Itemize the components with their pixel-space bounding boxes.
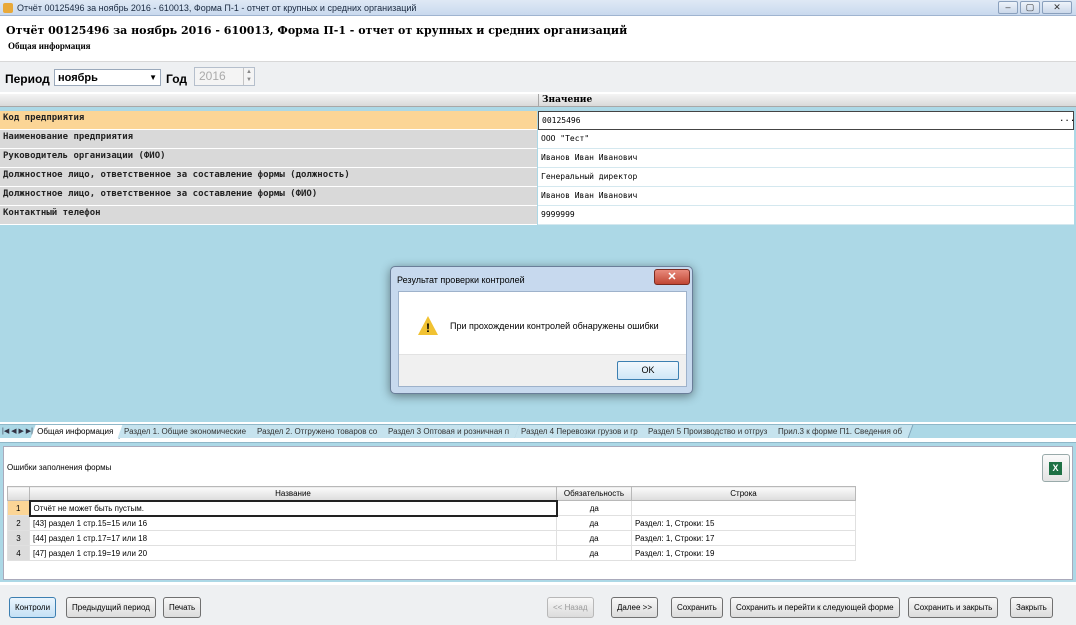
period-select-value: ноябрь [58,72,98,84]
back-button[interactable]: << Назад [547,597,594,618]
error-name[interactable]: [47] раздел 1 стр.19=19 или 20 [29,545,557,561]
errors-panel: Ошибки заполнения формы X Название Обяза… [0,442,1076,582]
spinner-arrows-icon[interactable]: ▲ ▼ [243,68,254,85]
tab-section-4[interactable]: Раздел 4 Перевозки грузов и гр [514,425,649,438]
grid-row[interactable]: Должностное лицо, ответственное за соста… [0,168,1076,187]
table-row[interactable]: 2 [43] раздел 1 стр.15=15 или 16 да Разд… [7,515,856,531]
column-header: Название [29,486,557,501]
grid-row[interactable]: Контактный телефон 9999999 [0,206,1076,225]
export-excel-button[interactable]: X [1042,454,1070,482]
row-name: Должностное лицо, ответственное за соста… [0,168,537,187]
error-line[interactable]: Раздел: 1, Строки: 15 [631,515,856,531]
year-spinner[interactable]: 2016 ▲ ▼ [194,67,255,86]
tab-section-1[interactable]: Раздел 1. Общие экономические [117,425,258,438]
error-line[interactable]: Раздел: 1, Строки: 17 [631,530,856,546]
row-name: Контактный телефон [0,206,537,225]
row-name: Должностное лицо, ответственное за соста… [0,187,537,206]
report-header: Отчёт 00125496 за ноябрь 2016 - 610013, … [0,16,1076,62]
row-value-input[interactable]: Генеральный директор [538,168,1074,187]
table-row[interactable]: 1 Отчёт не может быть пустым. да [7,499,856,517]
error-required[interactable]: да [556,545,632,561]
period-select[interactable]: ноябрь ▼ [54,69,161,86]
error-line[interactable]: Раздел: 1, Строки: 19 [631,545,856,561]
row-value-input[interactable]: ООО "Тест" [538,130,1074,149]
bottom-toolbar: Контроли Предыдущий период Печать << Наз… [0,585,1076,625]
row-number: 3 [7,530,30,546]
next-button[interactable]: Далее >> [611,597,658,618]
row-name: Наименование предприятия [0,130,537,149]
close-button[interactable]: Закрыть [1010,597,1053,618]
row-value-input[interactable]: Иванов Иван Иванович [538,149,1074,168]
period-bar: Период ноябрь ▼ Год 2016 ▲ ▼ [0,62,1076,92]
print-button[interactable]: Печать [163,597,202,618]
year-label: Год [166,72,187,86]
report-subtitle: Общая информация [8,41,91,51]
grid-row[interactable]: Код предприятия 00125496... [0,111,1076,130]
row-number: 2 [7,515,30,531]
close-window-button[interactable]: ✕ [1042,1,1072,14]
maximize-button[interactable]: ▢ [1020,1,1040,14]
ellipsis-button[interactable]: ... [1059,113,1075,128]
column-header: Строка [631,486,856,501]
save-and-next-button[interactable]: Сохранить и перейти к следующей форме [730,597,900,618]
row-number: 1 [7,500,30,516]
tab-section-2[interactable]: Раздел 2. Отгружено товаров со [250,425,389,438]
errors-title: Ошибки заполнения формы [7,463,112,472]
dialog-message: При прохождении контролей обнаружены оши… [450,321,659,331]
year-value: 2016 [199,69,226,83]
error-required[interactable]: да [556,500,632,516]
error-name[interactable]: Отчёт не может быть пустым. [28,499,558,517]
grid-row[interactable]: Руководитель организации (ФИО) Иванов Ив… [0,149,1076,168]
errors-table: Название Обязательность Строка 1 Отчёт н… [7,486,856,561]
excel-icon: X [1049,462,1062,475]
report-title: Отчёт 00125496 за ноябрь 2016 - 610013, … [6,24,628,37]
row-name: Код предприятия [0,111,537,130]
warning-icon: ! [418,316,438,335]
controls-button[interactable]: Контроли [9,597,57,618]
dialog-body: ! При прохождении контролей обнаружены о… [398,291,687,387]
validation-dialog: Результат проверки контролей ✕ ! При про… [390,266,693,394]
minimize-button[interactable]: – [998,1,1018,14]
tab-section-3[interactable]: Раздел 3 Оптовая и розничная п [382,425,521,438]
grid-row[interactable]: Наименование предприятия ООО "Тест" [0,130,1076,149]
error-line[interactable] [631,500,856,516]
ok-button[interactable]: OK [617,361,679,380]
window-title: Отчёт 00125496 за ноябрь 2016 - 610013, … [17,2,417,13]
period-label: Период [5,72,50,86]
save-and-close-button[interactable]: Сохранить и закрыть [908,597,999,618]
error-name[interactable]: [43] раздел 1 стр.15=15 или 16 [29,515,557,531]
row-name: Руководитель организации (ФИО) [0,149,537,168]
previous-period-button[interactable]: Предыдущий период [66,597,156,618]
section-tabs: |◀ ◀ ▶ ▶| Общая информация Раздел 1. Общ… [0,424,1076,439]
table-row[interactable]: 4 [47] раздел 1 стр.19=19 или 20 да Разд… [7,545,856,561]
tab-general-info[interactable]: Общая информация [30,425,125,439]
app-icon [3,2,13,13]
grid-header: Значение [0,94,1076,107]
save-button[interactable]: Сохранить [671,597,723,618]
tab-section-5[interactable]: Раздел 5 Производство и отгруз [641,425,779,438]
row-value-input[interactable]: Иванов Иван Иванович [538,187,1074,206]
column-header: Обязательность [556,486,632,501]
row-value-input[interactable]: 00125496... [538,111,1075,130]
error-required[interactable]: да [556,530,632,546]
tab-navigation-icon[interactable]: |◀ ◀ ▶ ▶| [0,425,35,435]
error-required[interactable]: да [556,515,632,531]
grid-row[interactable]: Должностное лицо, ответственное за соста… [0,187,1076,206]
error-name[interactable]: [44] раздел 1 стр.17=17 или 18 [29,530,557,546]
dialog-title: Результат проверки контролей [397,275,525,285]
table-row[interactable]: 3 [44] раздел 1 стр.17=17 или 18 да Разд… [7,530,856,546]
window-titlebar: Отчёт 00125496 за ноябрь 2016 - 610013, … [0,0,1076,16]
dialog-footer: OK [399,354,686,386]
row-number: 4 [7,545,30,561]
row-value-input[interactable]: 9999999 [538,206,1074,225]
dialog-close-button[interactable]: ✕ [654,269,690,285]
tab-appendix-3[interactable]: Прил.3 к форме П1. Сведения об [772,425,914,438]
dropdown-arrow-icon: ▼ [149,73,157,82]
value-column-header: Значение [538,94,1074,107]
